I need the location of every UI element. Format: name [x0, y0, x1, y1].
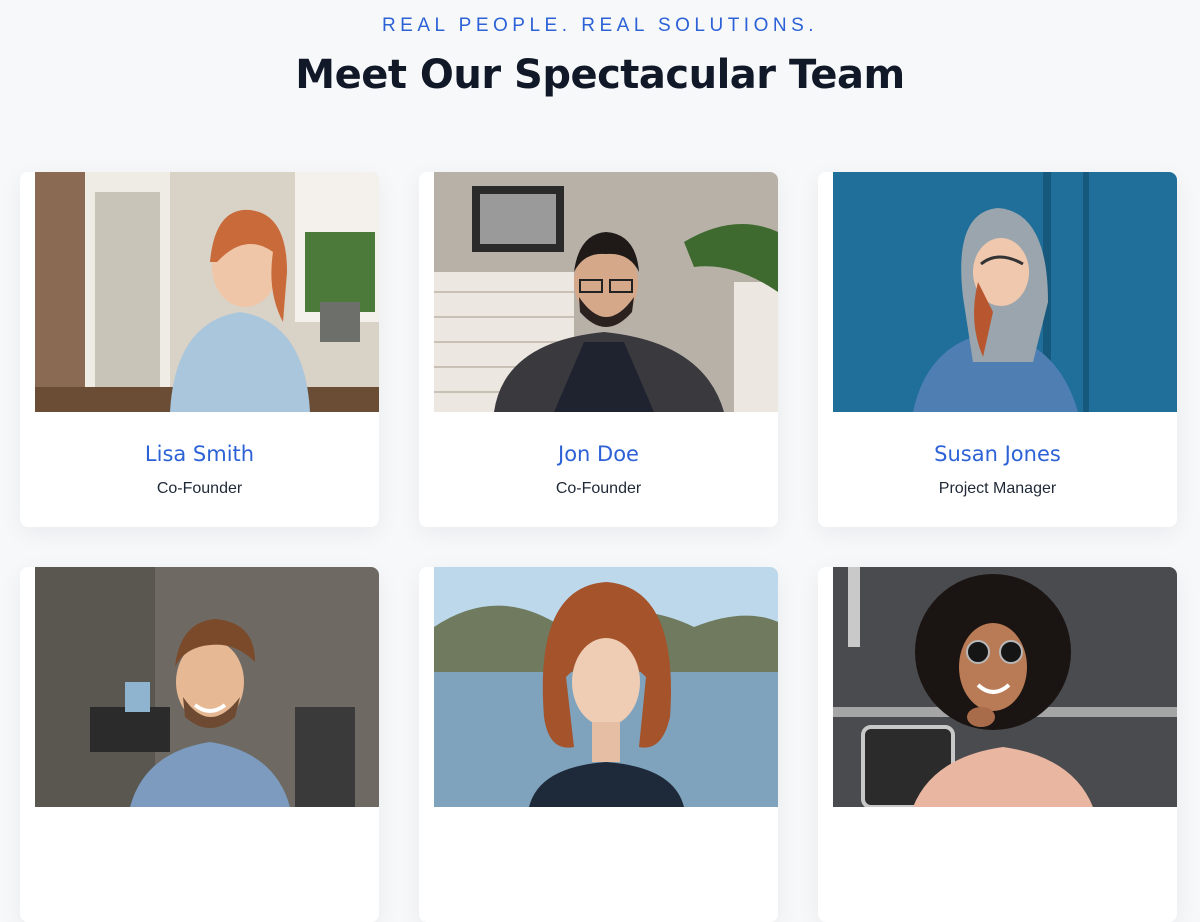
team-member-photo: [434, 567, 778, 807]
team-card[interactable]: [20, 567, 379, 922]
team-member-name[interactable]: Lisa Smith: [20, 442, 379, 466]
section-eyebrow: REAL PEOPLE. REAL SOLUTIONS.: [381, 15, 819, 36]
section-title: Meet Our Spectacular Team: [295, 52, 905, 98]
team-card[interactable]: Lisa Smith Co-Founder: [20, 172, 379, 527]
team-grid: Lisa Smith Co-Founder Jon Doe Co-Founder…: [20, 172, 1178, 922]
team-member-name[interactable]: Susan Jones: [818, 442, 1177, 466]
team-member-photo: [833, 172, 1177, 412]
team-member-photo: [434, 172, 778, 412]
team-member-role: Project Manager: [938, 480, 1057, 497]
team-member-role: Co-Founder: [555, 480, 642, 497]
team-card[interactable]: Susan Jones Project Manager: [818, 172, 1177, 527]
team-member-photo: [35, 172, 379, 412]
team-member-photo: [833, 567, 1177, 807]
team-card[interactable]: [419, 567, 778, 922]
team-member-role: Co-Founder: [156, 480, 243, 497]
section-header: REAL PEOPLE. REAL SOLUTIONS. Meet Our Sp…: [0, 0, 1200, 98]
team-member-name[interactable]: Jon Doe: [419, 442, 778, 466]
team-card[interactable]: [818, 567, 1177, 922]
team-member-photo: [35, 567, 379, 807]
team-card[interactable]: Jon Doe Co-Founder: [419, 172, 778, 527]
